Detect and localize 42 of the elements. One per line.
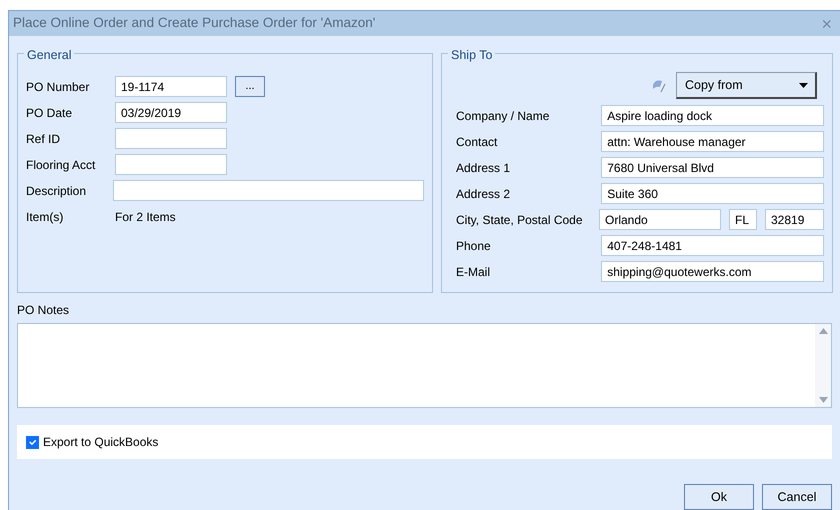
- field-label: Flooring Acct: [26, 156, 96, 174]
- field-label: Contact: [456, 134, 498, 150]
- ok-button[interactable]: Ok: [684, 484, 754, 510]
- field-label: Ref ID: [26, 130, 62, 148]
- scroll-up-icon[interactable]: [818, 328, 828, 334]
- field-label: Item(s): [26, 208, 64, 226]
- notes-field[interactable]: [17, 323, 832, 408]
- field-label: Address 1: [456, 160, 512, 176]
- input-field[interactable]: attn: Warehouse manager: [601, 131, 824, 152]
- field-label: Address 2: [456, 186, 512, 202]
- field-label: Company / Name: [456, 108, 550, 124]
- caret-icon: [799, 82, 808, 88]
- window-title: Place Online Order and Create Purchase Order for 'Amazon': [13, 14, 376, 32]
- field-label: PO Notes: [17, 302, 70, 319]
- input-field[interactable]: FL: [729, 209, 757, 230]
- scrollbar[interactable]: [815, 324, 831, 407]
- cancel-button[interactable]: Cancel: [762, 484, 832, 510]
- input-field[interactable]: 03/29/2019: [115, 102, 227, 123]
- input-field[interactable]: [112, 180, 424, 201]
- checkbox-label: Export to QuickBooks: [43, 434, 158, 451]
- input-field[interactable]: [115, 154, 227, 175]
- input-field[interactable]: Suite 360: [601, 183, 824, 204]
- input-field[interactable]: 32819: [765, 209, 824, 230]
- browse-button[interactable]: ...: [235, 76, 265, 97]
- input-field[interactable]: 19-1174: [115, 76, 227, 97]
- field-label: Description: [26, 182, 88, 200]
- items-text: For 2 Items: [115, 208, 176, 226]
- copy-from-dropdown[interactable]: Copy from: [676, 72, 817, 99]
- input-field[interactable]: [115, 128, 227, 149]
- field-label: Phone: [456, 238, 492, 254]
- input-field[interactable]: Aspire loading dock: [601, 105, 824, 126]
- input-field[interactable]: 7680 Universal Blvd: [601, 157, 824, 178]
- field-label: City, State, Postal Code: [456, 212, 584, 228]
- input-field[interactable]: Orlando: [599, 209, 721, 230]
- scroll-down-icon[interactable]: [818, 397, 828, 403]
- input-field[interactable]: shipping@quotewerks.com: [601, 261, 824, 282]
- field-label: PO Number: [26, 78, 90, 96]
- input-field[interactable]: 407-248-1481: [601, 235, 824, 256]
- pin-icon: [652, 78, 668, 92]
- field-label: E-Mail: [456, 264, 492, 280]
- checkbox[interactable]: [26, 436, 39, 448]
- field-label: PO Date: [26, 104, 74, 122]
